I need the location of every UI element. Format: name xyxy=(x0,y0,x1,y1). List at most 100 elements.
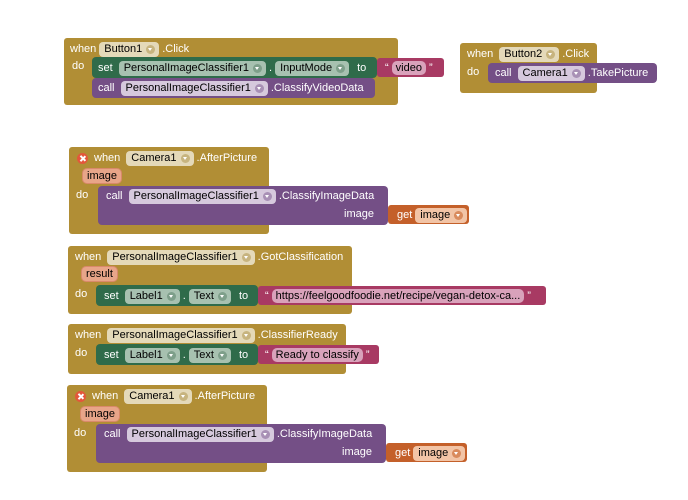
chevron-down-icon xyxy=(253,63,263,73)
method-name: .ClassifyVideoData xyxy=(270,82,364,94)
component-name: PersonalImageClassifier1 xyxy=(112,329,238,341)
when-keyword: when xyxy=(70,43,97,55)
call-keyword: call xyxy=(98,82,115,94)
event-header: when Camera1 .AfterPicture xyxy=(77,150,257,166)
quote-close: ” xyxy=(527,290,531,302)
component-name: Camera1 xyxy=(522,67,568,79)
event-name: .Click xyxy=(162,43,190,55)
component-dropdown[interactable]: Label1 xyxy=(124,288,180,304)
event-header: when Button2 .Click xyxy=(467,46,589,62)
component-name: Camera1 xyxy=(129,390,175,402)
string-value[interactable]: https://feelgoodfoodie.net/recipe/vegan-… xyxy=(271,289,525,303)
component-name: Label1 xyxy=(129,349,163,361)
property-name: InputMode xyxy=(280,62,333,74)
when-keyword: when xyxy=(75,251,102,263)
do-keyword: do xyxy=(74,427,87,439)
chevron-down-icon xyxy=(546,49,556,59)
component-dropdown[interactable]: PersonalImageClassifier1 xyxy=(107,327,255,343)
when-keyword: when xyxy=(94,152,121,164)
when-keyword: when xyxy=(75,329,102,341)
set-row: set PersonalImageClassifier1 . InputMode… xyxy=(98,60,366,76)
do-keyword: do xyxy=(75,288,88,300)
component-dropdown[interactable]: Button1 xyxy=(99,41,160,57)
method-name: .TakePicture xyxy=(587,67,649,79)
when-keyword: when xyxy=(467,48,494,60)
component-name: Label1 xyxy=(129,290,163,302)
chevron-down-icon xyxy=(217,350,227,360)
do-keyword: do xyxy=(76,189,89,201)
quote-close: ” xyxy=(365,349,370,361)
component-dropdown[interactable]: Button2 xyxy=(499,46,560,62)
component-dropdown[interactable]: PersonalImageClassifier1 xyxy=(118,60,267,76)
get-row: get image xyxy=(395,445,468,461)
property-dropdown[interactable]: Text xyxy=(188,288,231,304)
quote-open: “ xyxy=(385,62,389,74)
param-row: result xyxy=(81,266,118,282)
component-dropdown[interactable]: Label1 xyxy=(124,347,180,363)
set-row: set Label1 . Text to xyxy=(104,347,248,363)
component-dropdown[interactable]: Camera1 xyxy=(126,150,194,166)
do-keyword: do xyxy=(467,66,480,78)
set-row: set Label1 . Text to xyxy=(104,288,248,304)
chevron-down-icon xyxy=(241,330,251,340)
quote-open: “ xyxy=(265,290,269,302)
error-icon[interactable] xyxy=(77,152,88,164)
component-dropdown[interactable]: PersonalImageClassifier1 xyxy=(107,249,255,265)
chevron-down-icon xyxy=(166,350,176,360)
component-name: PersonalImageClassifier1 xyxy=(131,428,257,440)
property-dropdown[interactable]: InputMode xyxy=(275,60,350,76)
chevron-down-icon xyxy=(178,391,188,401)
component-name: PersonalImageClassifier1 xyxy=(133,190,259,202)
chevron-down-icon xyxy=(241,252,251,262)
event-name: .GotClassification xyxy=(257,251,344,263)
quote-close: ” xyxy=(428,62,433,74)
component-dropdown[interactable]: Camera1 xyxy=(517,65,585,81)
variable-dropdown[interactable]: image xyxy=(415,207,468,223)
call-keyword: call xyxy=(495,67,512,79)
chevron-down-icon xyxy=(260,429,270,439)
get-keyword: get xyxy=(395,447,411,459)
property-name: Text xyxy=(193,349,214,361)
to-keyword: to xyxy=(238,349,249,361)
param-row: image xyxy=(82,168,122,184)
component-name: Camera1 xyxy=(131,152,177,164)
text-row: “ https://feelgoodfoodie.net/recipe/vega… xyxy=(265,288,531,304)
component-dropdown[interactable]: Camera1 xyxy=(124,388,192,404)
chevron-down-icon xyxy=(217,291,227,301)
do-keyword: do xyxy=(75,347,88,359)
event-parameter[interactable]: image xyxy=(82,168,122,184)
event-header: when PersonalImageClassifier1 .Classifie… xyxy=(75,327,338,343)
text-row: “ Ready to classify ” xyxy=(265,347,370,363)
get-keyword: get xyxy=(397,209,413,221)
chevron-down-icon xyxy=(262,191,272,201)
chevron-down-icon xyxy=(146,44,156,54)
do-keyword: do xyxy=(72,60,85,72)
call-row: call PersonalImageClassifier1 .ClassifyI… xyxy=(104,426,372,442)
chevron-down-icon xyxy=(571,68,581,78)
argument-label: image xyxy=(344,208,374,220)
property-dropdown[interactable]: Text xyxy=(188,347,231,363)
chevron-down-icon xyxy=(166,291,176,301)
call-row: call PersonalImageClassifier1 .ClassifyI… xyxy=(106,188,374,204)
call-keyword: call xyxy=(104,428,121,440)
component-name: Button2 xyxy=(504,48,543,60)
event-parameter[interactable]: result xyxy=(81,266,118,282)
chevron-down-icon xyxy=(254,83,264,93)
error-icon[interactable] xyxy=(75,390,86,402)
event-parameter[interactable]: image xyxy=(80,406,120,422)
method-name: .ClassifyImageData xyxy=(278,190,375,202)
string-value[interactable]: Ready to classify xyxy=(271,348,363,362)
variable-dropdown[interactable]: image xyxy=(413,445,466,461)
set-keyword: set xyxy=(104,349,119,361)
call-row: call PersonalImageClassifier1 .ClassifyV… xyxy=(98,80,364,96)
param-row: image xyxy=(80,406,120,422)
chevron-down-icon xyxy=(180,153,190,163)
component-dropdown[interactable]: PersonalImageClassifier1 xyxy=(120,80,268,96)
chevron-down-icon xyxy=(452,448,462,458)
when-keyword: when xyxy=(92,390,119,402)
component-dropdown[interactable]: PersonalImageClassifier1 xyxy=(126,426,274,442)
string-value[interactable]: video xyxy=(391,61,426,75)
call-row: call Camera1 .TakePicture xyxy=(495,65,648,81)
component-dropdown[interactable]: PersonalImageClassifier1 xyxy=(128,188,276,204)
to-keyword: to xyxy=(238,290,249,302)
